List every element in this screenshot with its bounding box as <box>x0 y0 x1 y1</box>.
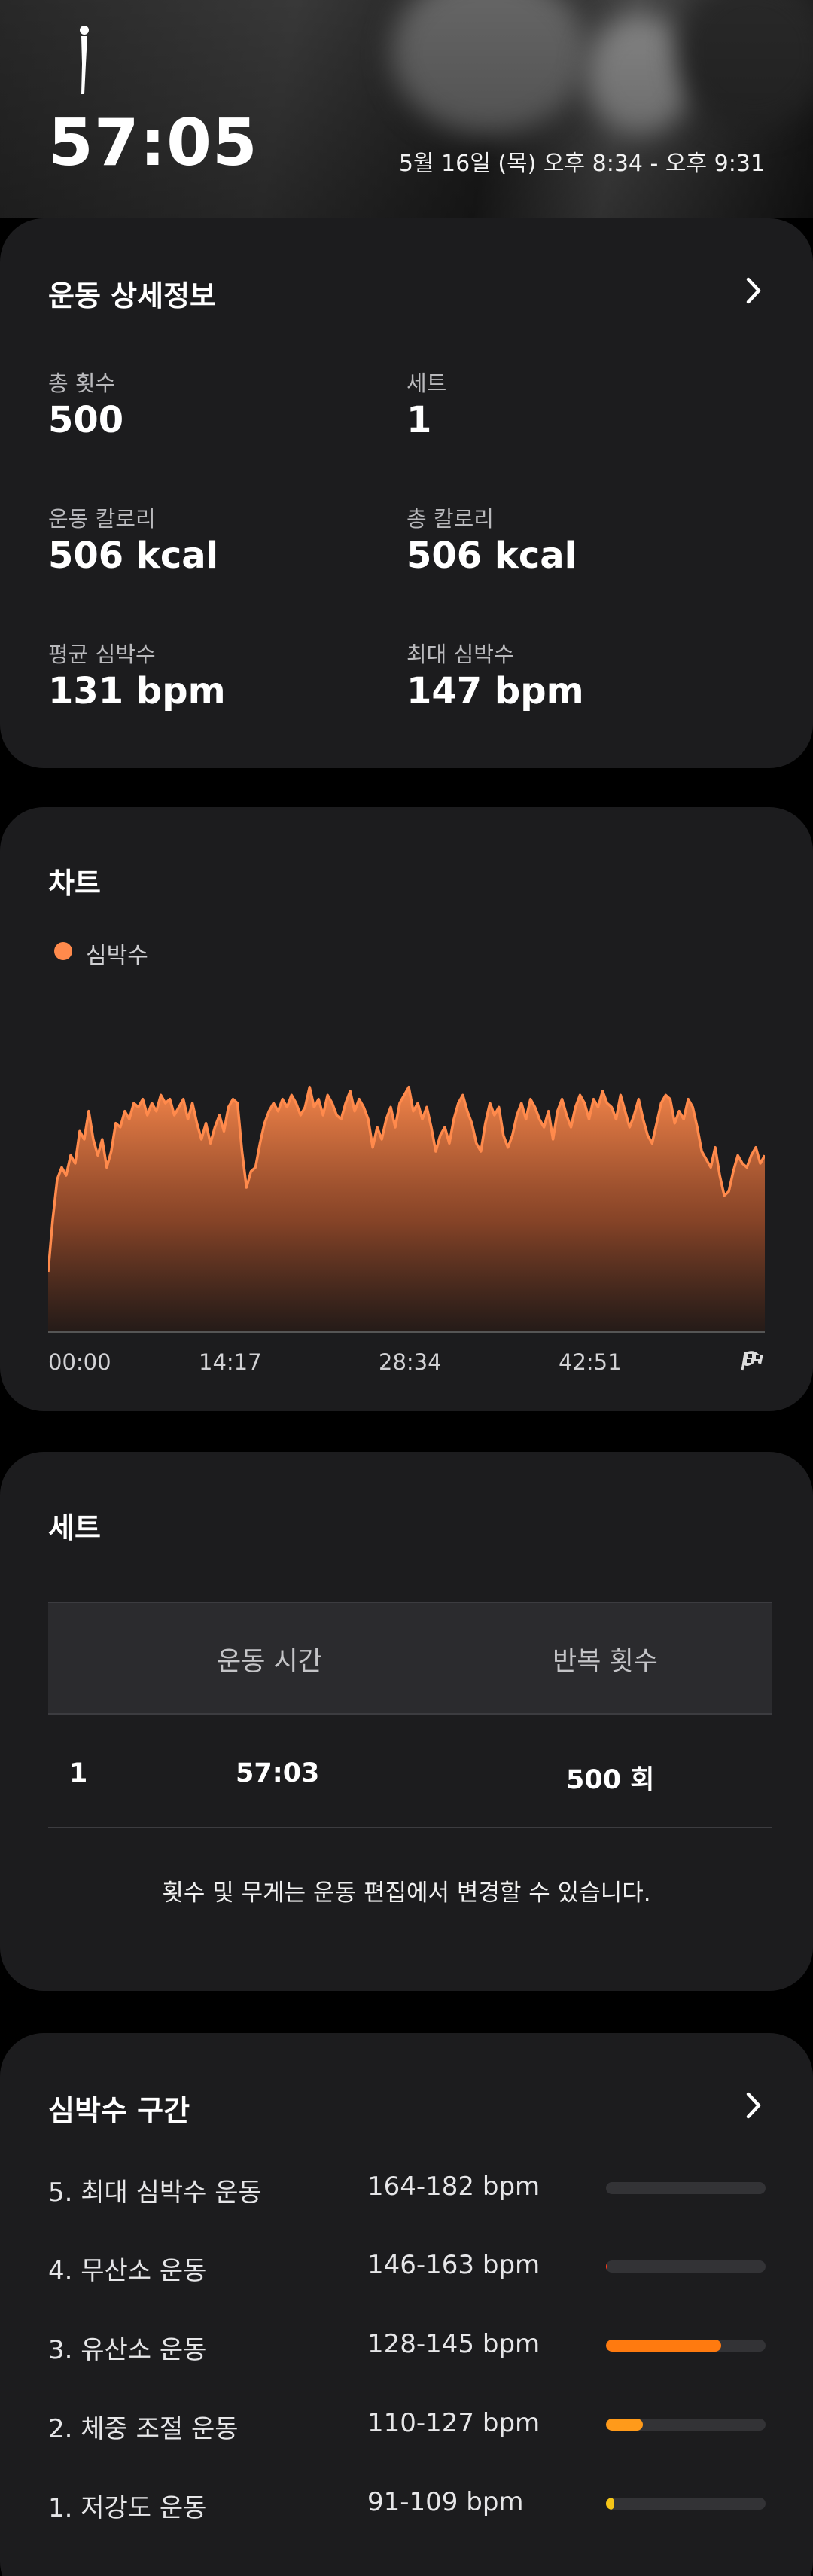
zone-2-name: 2. 체중 조절 운동 <box>48 2414 239 2444</box>
standing-person-icon <box>80 26 89 94</box>
heart-rate-chart[interactable] <box>48 1001 765 1333</box>
finish-flag-icon <box>741 1351 763 1371</box>
hero-banner: 57:05 5월 16일 (목) 오후 8:34 - 오후 9:31 <box>0 0 813 218</box>
stat-label-max-heart-rate: 최대 심박수 <box>406 642 514 667</box>
zone-4-range: 146-163 bpm <box>367 2250 540 2280</box>
zone-2-range: 110-127 bpm <box>367 2408 540 2438</box>
zone-3-bar <box>606 2340 766 2352</box>
zone-3-range: 128-145 bpm <box>367 2329 540 2359</box>
stat-value-total-calories: 506 kcal <box>406 535 577 577</box>
set-index: 1 <box>69 1758 88 1788</box>
stat-label-workout-calories: 운동 칼로리 <box>48 506 156 532</box>
stat-label-total-reps: 총 횟수 <box>48 370 116 396</box>
zone-1-bar <box>606 2498 766 2510</box>
divider <box>48 1827 772 1828</box>
stat-value-sets: 1 <box>406 399 432 441</box>
stat-value-avg-heart-rate: 131 bpm <box>48 670 226 712</box>
stat-value-workout-calories: 506 kcal <box>48 535 219 577</box>
chevron-right-icon[interactable] <box>741 276 766 306</box>
zone-1-name: 1. 저강도 운동 <box>48 2493 207 2523</box>
zone-1-fill <box>606 2498 614 2510</box>
stat-label-sets: 세트 <box>406 370 447 396</box>
stat-value-max-heart-rate: 147 bpm <box>406 670 584 712</box>
column-header-reps: 반복 횟수 <box>553 1647 658 1677</box>
zone-5-bar <box>606 2182 766 2194</box>
zone-4-name: 4. 무산소 운동 <box>48 2256 207 2286</box>
tick-label: 28:34 <box>379 1349 442 1375</box>
set-reps: 500 회 <box>566 1765 655 1795</box>
sets-table-header <box>48 1602 772 1715</box>
zone-1-range: 91-109 bpm <box>367 2487 524 2517</box>
workout-datetime: 5월 16일 (목) 오후 8:34 - 오후 9:31 <box>398 151 765 177</box>
edit-hint-note: 횟수 및 무게는 운동 편집에서 변경할 수 있습니다. <box>162 1879 651 1907</box>
tick-label: 00:00 <box>48 1349 111 1375</box>
set-duration: 57:03 <box>236 1758 320 1788</box>
zone-5-range: 164-182 bpm <box>367 2172 540 2202</box>
tick-label: 42:51 <box>559 1349 622 1375</box>
zone-4-bar <box>606 2260 766 2273</box>
column-header-duration: 운동 시간 <box>217 1647 322 1677</box>
workout-duration: 57:05 <box>48 105 258 181</box>
chevron-right-icon[interactable] <box>741 2090 766 2120</box>
zone-2-bar <box>606 2419 766 2431</box>
zone-3-name: 3. 유산소 운동 <box>48 2335 207 2365</box>
zone-4-fill <box>606 2260 608 2273</box>
sets-title: 세트 <box>48 1511 101 1544</box>
stat-label-total-calories: 총 칼로리 <box>406 506 494 532</box>
zone-2-fill <box>606 2419 643 2431</box>
stat-value-total-reps: 500 <box>48 399 124 441</box>
legend-label-heart-rate: 심박수 <box>86 943 148 969</box>
sets-card <box>0 1452 813 1991</box>
legend-dot-heart-rate <box>54 942 72 960</box>
details-title: 운동 상세정보 <box>48 279 216 312</box>
tick-label: 14:17 <box>199 1349 262 1375</box>
stat-label-avg-heart-rate: 평균 심박수 <box>48 642 156 667</box>
zones-title: 심박수 구간 <box>48 2094 190 2127</box>
zone-3-fill <box>606 2340 721 2352</box>
chart-title: 차트 <box>48 867 101 900</box>
zone-5-name: 5. 최대 심박수 운동 <box>48 2178 262 2208</box>
